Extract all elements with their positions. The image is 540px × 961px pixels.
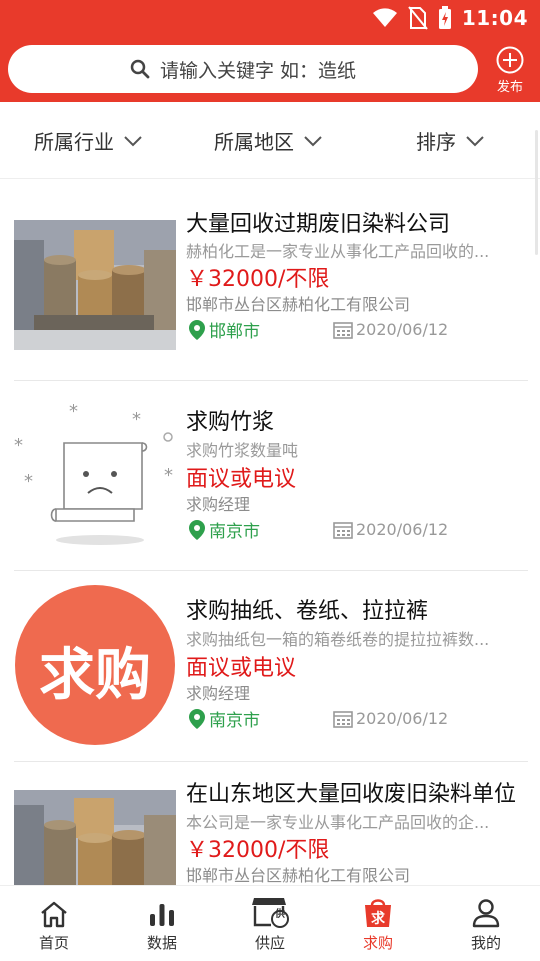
bar-chart-icon (122, 894, 202, 928)
search-icon (130, 59, 150, 79)
chevron-down-icon (124, 135, 142, 146)
listing-desc: 本公司是一家专业从事化工产品回收的企... (186, 813, 490, 832)
search-input[interactable]: 请输入关键字 如：造纸 (8, 45, 478, 93)
shopping-bag-icon: 求 (338, 894, 418, 928)
listing-title: 求购抽纸、卷纸、拉拉裤 (186, 599, 429, 624)
date-text: 2020/06/12 (356, 520, 449, 539)
listing-price: 面议或电议 (186, 467, 297, 492)
nav-data[interactable]: 数据 (122, 894, 202, 953)
nav-label: 求购 (362, 934, 393, 952)
nav-label: 数据 (146, 934, 177, 952)
location-text: 南京市 (209, 522, 260, 542)
location-pin-icon (189, 519, 205, 540)
listing-date: 2020/06/12 (333, 709, 448, 728)
nav-home[interactable]: 首页 (14, 894, 94, 953)
svg-text:*: * (132, 409, 141, 430)
listing-desc: 赫柏化工是一家专业从事化工产品回收的... (186, 242, 490, 261)
svg-text:*: * (164, 465, 173, 486)
listing-image-barrels (14, 790, 176, 885)
bag-badge: 求 (371, 911, 385, 927)
nav-label: 供应 (254, 934, 285, 952)
divider (14, 380, 528, 381)
store-icon: 供 (230, 894, 310, 928)
filter-label: 排序 (416, 130, 456, 154)
filter-region[interactable]: 所属地区 (214, 126, 322, 155)
svg-text:*: * (69, 401, 78, 422)
listing-title: 求购竹浆 (186, 410, 275, 435)
chevron-down-icon (466, 135, 484, 146)
nav-purchase[interactable]: 求 求购 (338, 894, 418, 953)
divider (14, 761, 528, 762)
filter-label: 所属地区 (214, 130, 294, 154)
listing-company: 求购经理 (186, 495, 251, 514)
filter-sort[interactable]: 排序 (416, 126, 484, 155)
location-pin-icon (189, 708, 205, 729)
listing-price: 面议或电议 (186, 656, 297, 681)
listing-image-placeholder: * * * * * (14, 391, 176, 561)
add-circle-icon (496, 46, 524, 74)
badge-text: 求购 (39, 643, 151, 708)
battery-charging-icon (438, 6, 451, 29)
status-icons: 11:04 (372, 6, 528, 30)
listing-company: 邯郸市丛台区赫柏化工有限公司 (186, 295, 411, 314)
clock: 11:04 (461, 6, 528, 30)
listing-location: 南京市 (188, 517, 260, 542)
filter-industry[interactable]: 所属行业 (34, 126, 142, 155)
nav-mine[interactable]: 我的 (446, 894, 526, 953)
calendar-icon (333, 321, 353, 339)
store-badge: 供 (275, 909, 285, 920)
listing-date: 2020/06/12 (333, 320, 448, 339)
publish-button[interactable]: 发布 (488, 46, 532, 96)
listing-price: ￥32000/不限 (186, 267, 330, 292)
publish-label: 发布 (496, 80, 523, 95)
date-text: 2020/06/12 (356, 320, 449, 339)
nav-supply[interactable]: 供 供应 (230, 894, 310, 953)
filter-bar: 所属行业 所属地区 排序 (0, 102, 540, 179)
listing-desc: 求购抽纸包一箱的箱卷纸卷的提拉拉裤数... (186, 630, 490, 649)
nav-label: 我的 (470, 934, 501, 952)
listing-company: 邯郸市丛台区赫柏化工有限公司 (186, 866, 411, 885)
home-icon (14, 894, 94, 928)
search-placeholder: 请输入关键字 如：造纸 (159, 59, 357, 82)
listing-title: 在山东地区大量回收废旧染料单位 (186, 782, 517, 807)
listing-price: ￥32000/不限 (186, 838, 330, 863)
status-bar: 11:04 (0, 0, 540, 36)
chevron-down-icon (304, 135, 322, 146)
listing-image-qiugou-badge: 求购 (14, 584, 176, 747)
listing-date: 2020/06/12 (333, 520, 448, 539)
date-text: 2020/06/12 (356, 709, 449, 728)
location-pin-icon (189, 319, 205, 340)
calendar-icon (333, 710, 353, 728)
listing-title: 大量回收过期废旧染料公司 (186, 212, 451, 237)
listing-location: 南京市 (188, 706, 260, 731)
listing-image-barrels (14, 220, 176, 350)
listing-desc: 求购竹浆数量吨 (186, 441, 299, 460)
location-text: 邯郸市 (209, 322, 260, 342)
app-header: 11:04 请输入关键字 如：造纸 发布 (0, 0, 540, 102)
bottom-nav: 首页 数据 供 供应 求 求购 我的 (0, 885, 540, 961)
svg-text:*: * (24, 471, 33, 492)
filter-label: 所属行业 (34, 130, 114, 154)
divider (14, 570, 528, 571)
no-sim-icon (408, 6, 428, 30)
nav-label: 首页 (38, 934, 69, 952)
scrollbar[interactable] (535, 130, 538, 255)
svg-text:*: * (14, 435, 23, 456)
wifi-icon (372, 8, 397, 27)
location-text: 南京市 (209, 711, 260, 731)
calendar-icon (333, 521, 353, 539)
person-icon (446, 894, 526, 928)
listing-company: 求购经理 (186, 684, 251, 703)
listing-location: 邯郸市 (188, 317, 260, 342)
